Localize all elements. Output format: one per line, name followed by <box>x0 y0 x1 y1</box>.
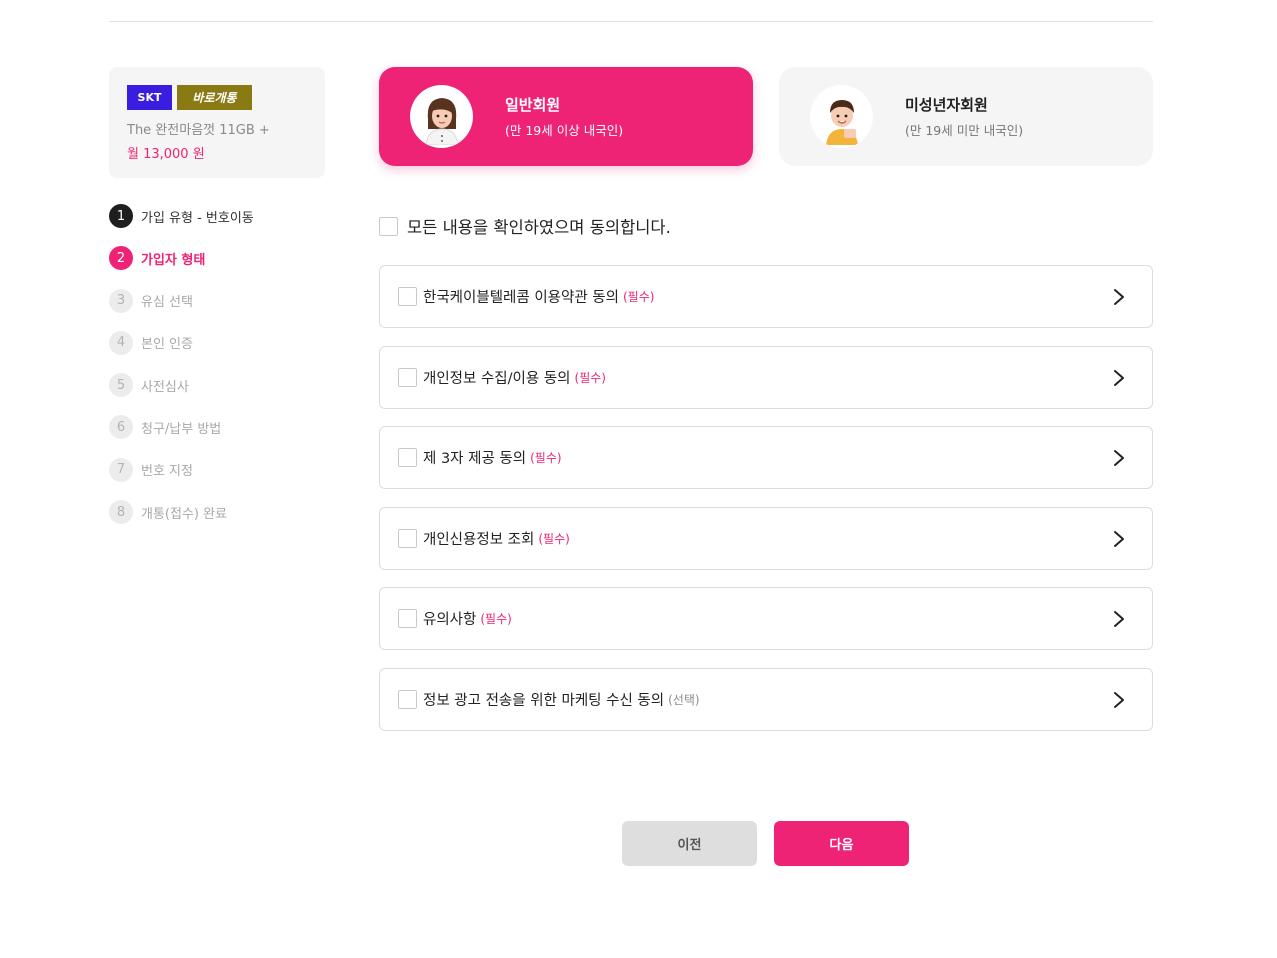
member-type-text: 미성년자회원 (만 19세 미만 내국인) <box>905 94 1023 139</box>
step-number: 5 <box>109 373 133 398</box>
checkbox-box[interactable] <box>398 690 417 709</box>
term-label: 개인정보 수집/이용 동의 <box>423 371 571 387</box>
required-tag: (필수) <box>480 612 512 626</box>
step-label: 청구/납부 방법 <box>141 421 222 437</box>
checkbox-box[interactable] <box>379 216 398 236</box>
term-label: 유의사항 <box>423 612 477 628</box>
required-tag: (필수) <box>538 532 570 546</box>
step-label: 유심 선택 <box>141 295 193 311</box>
member-type-general[interactable]: 일반회원 (만 19세 이상 내국인) <box>379 67 753 166</box>
progress-steps: 1 가입 유형 - 번호이동 2 가입자 형태 3 유심 선택 4 본인 인증 … <box>109 204 254 542</box>
agree-all-checkbox[interactable]: 모든 내용을 확인하였으며 동의합니다. <box>379 214 671 238</box>
plan-name: The 완전마음껏 11GB + <box>127 123 270 138</box>
term-row-credit-inquiry[interactable]: 개인신용정보 조회 (필수) <box>379 507 1153 570</box>
required-tag: (필수) <box>622 290 655 304</box>
member-type-minor[interactable]: 미성년자회원 (만 19세 미만 내국인) <box>779 67 1153 166</box>
child-boy-avatar-icon <box>810 85 873 148</box>
chevron-right-icon[interactable] <box>1112 691 1126 709</box>
step-3: 3 유심 선택 <box>109 288 254 313</box>
plan-price: 월 13,000 원 <box>127 147 205 162</box>
chevron-right-icon[interactable] <box>1112 610 1126 628</box>
step-5: 5 사전심사 <box>109 373 254 398</box>
step-number: 4 <box>109 330 133 355</box>
checkbox-box[interactable] <box>398 448 417 467</box>
step-8: 8 개통(접수) 완료 <box>109 500 254 525</box>
term-row-notice[interactable]: 유의사항 (필수) <box>379 587 1153 650</box>
instant-open-badge: 바로개통 <box>177 85 252 110</box>
checkbox-box[interactable] <box>398 609 417 628</box>
step-number: 3 <box>109 288 133 313</box>
step-number: 7 <box>109 457 133 482</box>
step-2: 2 가입자 형태 <box>109 246 254 271</box>
term-label: 제 3자 제공 동의 <box>423 451 527 467</box>
step-1: 1 가입 유형 - 번호이동 <box>109 204 254 228</box>
checkbox-box[interactable] <box>398 287 417 306</box>
step-label: 본인 인증 <box>141 337 193 353</box>
member-type-subtitle: (만 19세 이상 내국인) <box>505 123 624 138</box>
step-label: 사전심사 <box>141 379 189 395</box>
carrier-badge: SKT <box>127 85 172 110</box>
step-7: 7 번호 지정 <box>109 457 254 482</box>
optional-tag: (선택) <box>668 693 700 707</box>
top-divider <box>109 21 1153 22</box>
term-row-marketing[interactable]: 정보 광고 전송을 위한 마케팅 수신 동의 (선택) <box>379 668 1153 731</box>
term-label: 개인신용정보 조회 <box>423 532 535 548</box>
chevron-right-icon[interactable] <box>1112 369 1126 387</box>
checkbox-box[interactable] <box>398 529 417 548</box>
member-type-title: 미성년자회원 <box>905 96 988 114</box>
product-summary-card: SKT 바로개통 The 완전마음껏 11GB + 월 13,000 원 <box>109 67 325 178</box>
adult-woman-avatar-icon <box>410 85 473 148</box>
next-button[interactable]: 다음 <box>774 821 909 866</box>
step-label: 가입자 형태 <box>141 252 206 268</box>
step-number: 8 <box>109 500 133 525</box>
step-number: 2 <box>109 246 133 271</box>
checkbox-box[interactable] <box>398 368 417 387</box>
chevron-right-icon[interactable] <box>1112 530 1126 548</box>
step-label: 개통(접수) 완료 <box>141 506 228 522</box>
term-label: 한국케이블텔레콤 이용약관 동의 <box>423 290 619 306</box>
term-row-terms-of-service[interactable]: 한국케이블텔레콤 이용약관 동의 (필수) <box>379 265 1153 328</box>
step-number: 1 <box>109 204 133 228</box>
step-number: 6 <box>109 415 133 440</box>
step-label: 번호 지정 <box>141 464 193 480</box>
term-label: 정보 광고 전송을 위한 마케팅 수신 동의 <box>423 693 665 709</box>
step-label: 가입 유형 - 번호이동 <box>141 210 254 226</box>
term-row-privacy-collection[interactable]: 개인정보 수집/이용 동의 (필수) <box>379 346 1153 409</box>
term-row-third-party[interactable]: 제 3자 제공 동의 (필수) <box>379 426 1153 489</box>
member-type-subtitle: (만 19세 미만 내국인) <box>905 123 1024 138</box>
required-tag: (필수) <box>530 451 562 465</box>
previous-button[interactable]: 이전 <box>622 821 757 866</box>
required-tag: (필수) <box>574 371 606 385</box>
member-type-text: 일반회원 (만 19세 이상 내국인) <box>505 94 623 139</box>
step-4: 4 본인 인증 <box>109 330 254 355</box>
step-6: 6 청구/납부 방법 <box>109 415 254 440</box>
chevron-right-icon[interactable] <box>1112 288 1126 306</box>
agree-all-label: 모든 내용을 확인하였으며 동의합니다. <box>407 218 671 237</box>
member-type-title: 일반회원 <box>505 96 561 114</box>
badge-row: SKT 바로개통 <box>127 85 307 110</box>
chevron-right-icon[interactable] <box>1112 449 1126 467</box>
